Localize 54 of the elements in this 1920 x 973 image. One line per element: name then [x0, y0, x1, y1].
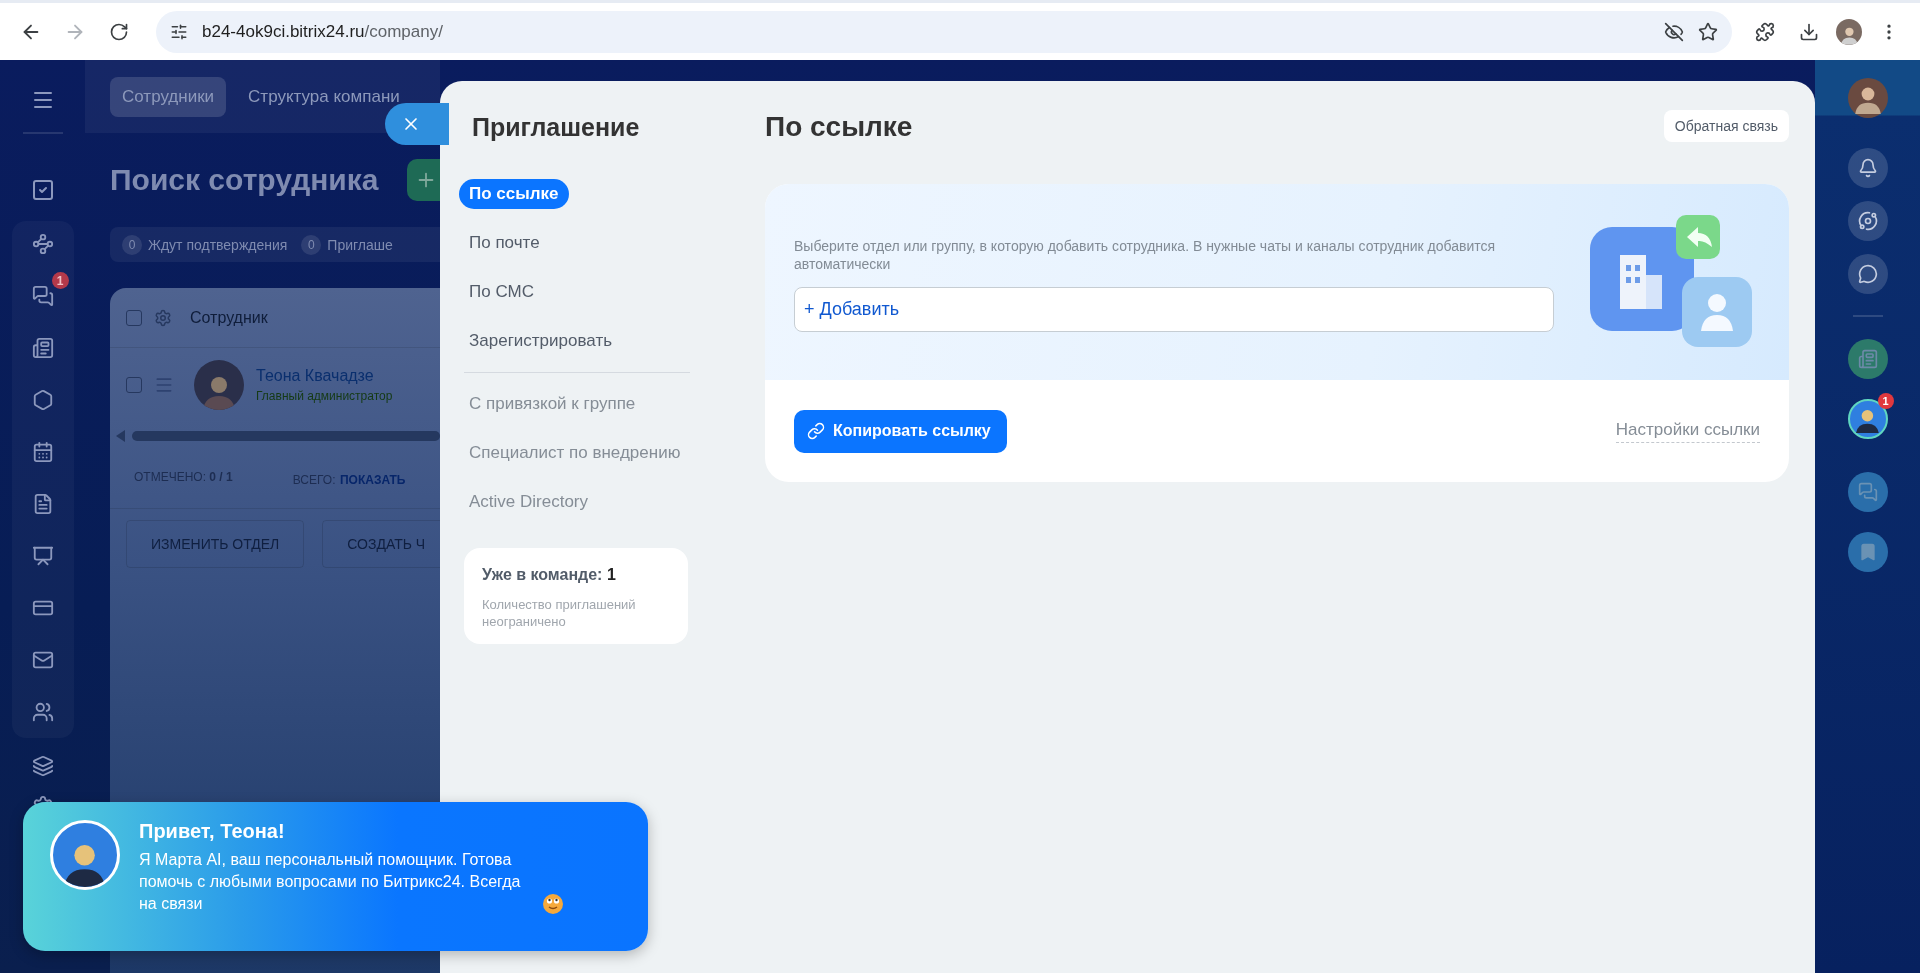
counter-badge: 0	[122, 234, 142, 255]
orbit-icon[interactable]	[1847, 201, 1888, 241]
eye-off-icon[interactable]	[1664, 21, 1684, 42]
page-tab[interactable]: Сотрудники	[110, 76, 227, 117]
profile-avatar[interactable]	[1836, 18, 1862, 45]
invite-method-item[interactable]: По ссылке	[459, 179, 569, 209]
feedback-button[interactable]: Обратная связь	[1663, 110, 1789, 142]
add-button[interactable]	[406, 159, 440, 201]
column-header: Сотрудник	[190, 308, 268, 327]
team-count: Уже в команде: 1	[482, 566, 617, 584]
counter-badge: 0	[301, 234, 322, 255]
select-all-checkbox[interactable]	[126, 309, 142, 326]
bookmark-star-icon[interactable]	[1698, 21, 1718, 42]
assistant-avatar[interactable]	[1847, 399, 1888, 439]
counter-label[interactable]: Приглаше	[327, 236, 393, 253]
department-field[interactable]: + Добавить	[794, 287, 1554, 332]
user-avatar[interactable]	[1847, 78, 1888, 118]
panel-title: Приглашение	[472, 112, 640, 143]
chat-icon[interactable]	[1847, 254, 1888, 294]
horizontal-scrollbar[interactable]	[132, 431, 440, 441]
description-text: Выберите отдел или группу, в которую добавить сотрудника. В нужные чаты и каналы сотрудник добавится автоматически	[794, 237, 1497, 273]
page-tab[interactable]: Структура компани	[236, 76, 412, 117]
page-title: Поиск сотрудника	[110, 163, 379, 197]
counter-label[interactable]: Ждут подтверждения	[148, 236, 288, 253]
notification-badge: 1	[1877, 393, 1894, 409]
smiley-icon	[542, 893, 564, 915]
bell-icon[interactable]	[1847, 148, 1888, 188]
site-settings-icon[interactable]	[170, 22, 188, 41]
address-bar[interactable]: b24-4ok9ci.bitrix24.ru/company/	[156, 10, 1732, 53]
invite-method-item[interactable]: С привязкой к группе	[459, 389, 646, 419]
chat-icon[interactable]	[31, 285, 54, 307]
row-checkbox[interactable]	[126, 377, 142, 393]
messages-icon[interactable]	[1847, 472, 1888, 512]
invite-method-item[interactable]: Зарегистрировать	[459, 326, 623, 356]
copy-link-button[interactable]: Копировать ссылку	[794, 409, 1007, 453]
link-icon	[807, 422, 825, 440]
invite-method-item[interactable]: По почте	[459, 228, 550, 258]
url-text: b24-4ok9ci.bitrix24.ru/company/	[202, 21, 444, 42]
section-heading: По ссылке	[765, 111, 913, 143]
link-settings-link[interactable]: Настройки ссылки	[1615, 419, 1760, 443]
drag-handle-icon[interactable]	[154, 375, 174, 395]
add-link[interactable]: + Добавить	[804, 299, 900, 320]
notification-badge: 1	[51, 272, 69, 289]
invite-method-item[interactable]: Специалист по внедрению	[459, 438, 691, 468]
popup-message: Я Марта AI, ваш персональный помощник. Готова помочь с любыми вопросами по Битрикс24. Всегда на связи	[139, 850, 522, 914]
newspaper-icon[interactable]	[1847, 339, 1888, 379]
action-button[interactable]: ИЗМЕНИТЬ ОТДЕЛ	[126, 520, 305, 568]
close-button[interactable]	[385, 103, 449, 145]
bookmark-icon[interactable]	[1847, 532, 1888, 572]
invite-method-item[interactable]: По СМС	[459, 277, 544, 307]
invite-limit-note: Количество приглашений неограничено	[482, 596, 637, 630]
invite-method-item[interactable]: Active Directory	[459, 487, 599, 517]
popup-title: Привет, Теона!	[139, 820, 286, 843]
employee-role: Главный администратор	[256, 389, 393, 403]
